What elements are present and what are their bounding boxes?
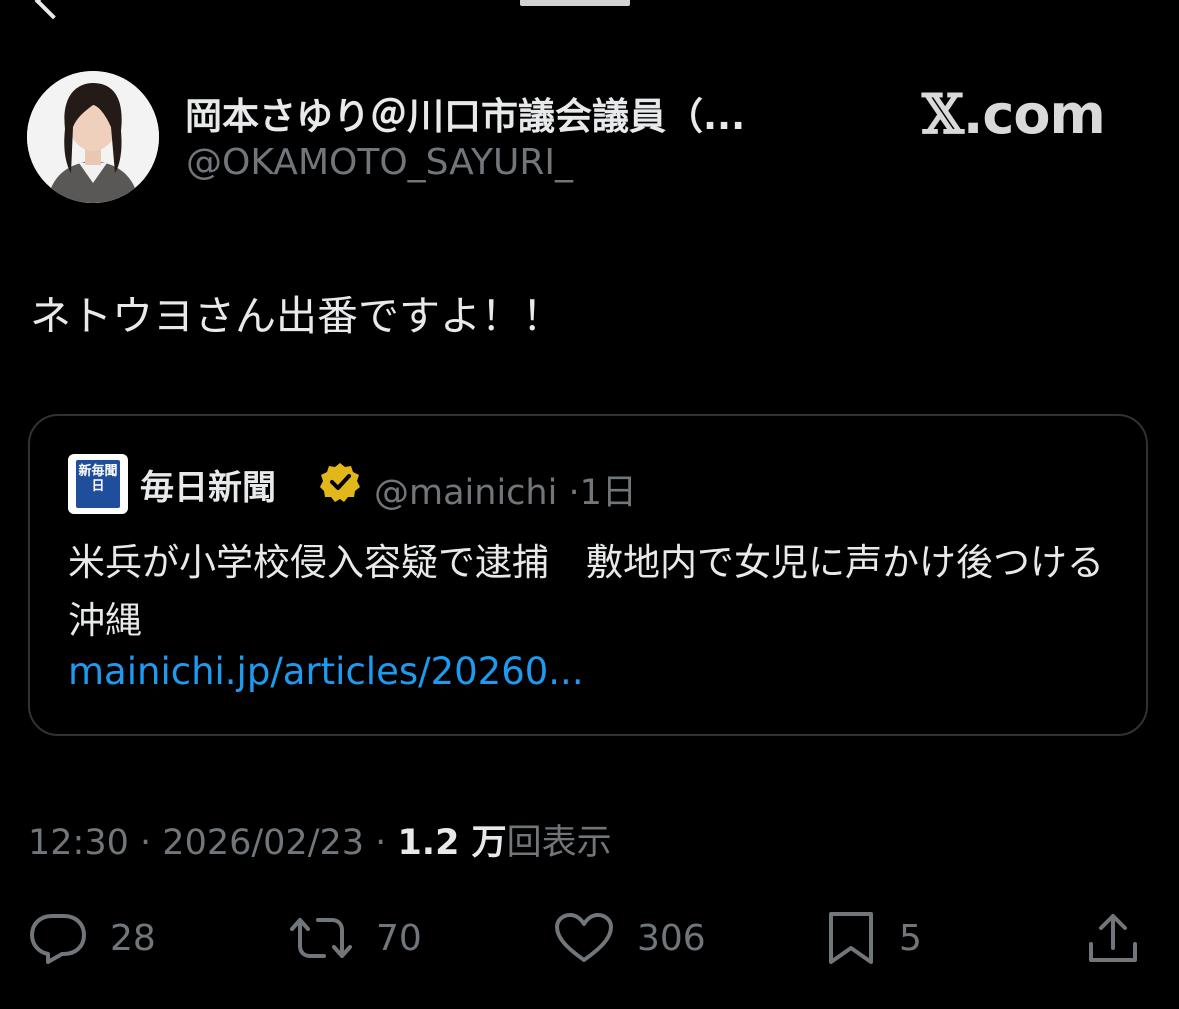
quoted-text: 米兵が小学校侵入容疑で逮捕 敷地内で女児に声かけ後つける 沖縄	[68, 541, 1141, 642]
quoted-tweet-card[interactable]: 新毎聞日 毎日新聞 @mainichi ·1日 米兵が小学校侵入容疑で逮捕 敷地…	[28, 414, 1148, 736]
meta-separator: ·	[568, 473, 580, 513]
like-button[interactable]: 306	[553, 910, 706, 966]
quoted-handle[interactable]: @mainichi	[374, 473, 557, 513]
reply-count: 28	[110, 917, 156, 959]
back-arrow-icon[interactable]	[34, 0, 72, 20]
meta-separator: ·	[140, 823, 152, 863]
verified-badge-icon	[318, 460, 362, 504]
x-logo-icon: 𝕏	[922, 82, 964, 146]
bookmark-count: 5	[899, 917, 922, 959]
repost-icon	[290, 918, 352, 958]
bookmark-icon	[829, 912, 873, 964]
quoted-author-name[interactable]: 毎日新聞	[140, 460, 276, 509]
avatar[interactable]	[27, 71, 159, 203]
reply-icon	[30, 914, 86, 964]
heart-icon	[555, 913, 613, 962]
avatar-image	[27, 71, 159, 203]
views-count: 1.2 万	[397, 823, 507, 863]
author-handle[interactable]: @OKAMOTO_SAYURI_	[186, 142, 573, 183]
repost-button[interactable]: 70	[288, 910, 422, 966]
post-date[interactable]: 2026/02/23	[162, 823, 364, 863]
reply-button[interactable]: 28	[28, 910, 156, 966]
bookmark-button[interactable]: 5	[825, 910, 922, 966]
views-label: 回表示	[506, 823, 612, 863]
repost-count: 70	[376, 917, 422, 959]
like-count: 306	[637, 917, 706, 959]
tweet-meta-row: 12:30 · 2026/02/23 · 1.2 万回表示	[28, 814, 612, 865]
quoted-meta: @mainichi ·1日	[374, 464, 637, 515]
article-link[interactable]: mainichi.jp/articles/20260...	[68, 650, 584, 693]
quoted-age: 1日	[579, 473, 637, 513]
mainichi-logo-avatar: 新毎聞日	[68, 454, 128, 514]
meta-separator: ·	[375, 823, 387, 863]
author-display-name[interactable]: 岡本さゆり＠川口市議会議員（...	[185, 86, 825, 140]
x-com-watermark: 𝕏.com	[922, 82, 1106, 146]
tweet-text: ネトウヨさん出番ですよ！！	[30, 292, 563, 340]
post-time[interactable]: 12:30	[28, 823, 129, 863]
top-nav-remnant	[0, 0, 1179, 20]
share-button[interactable]	[1085, 910, 1141, 966]
watermark-suffix: .com	[962, 83, 1106, 146]
share-icon	[1089, 914, 1137, 962]
nav-title-fragment	[520, 0, 630, 6]
logo-text: 新毎聞日	[76, 460, 120, 508]
